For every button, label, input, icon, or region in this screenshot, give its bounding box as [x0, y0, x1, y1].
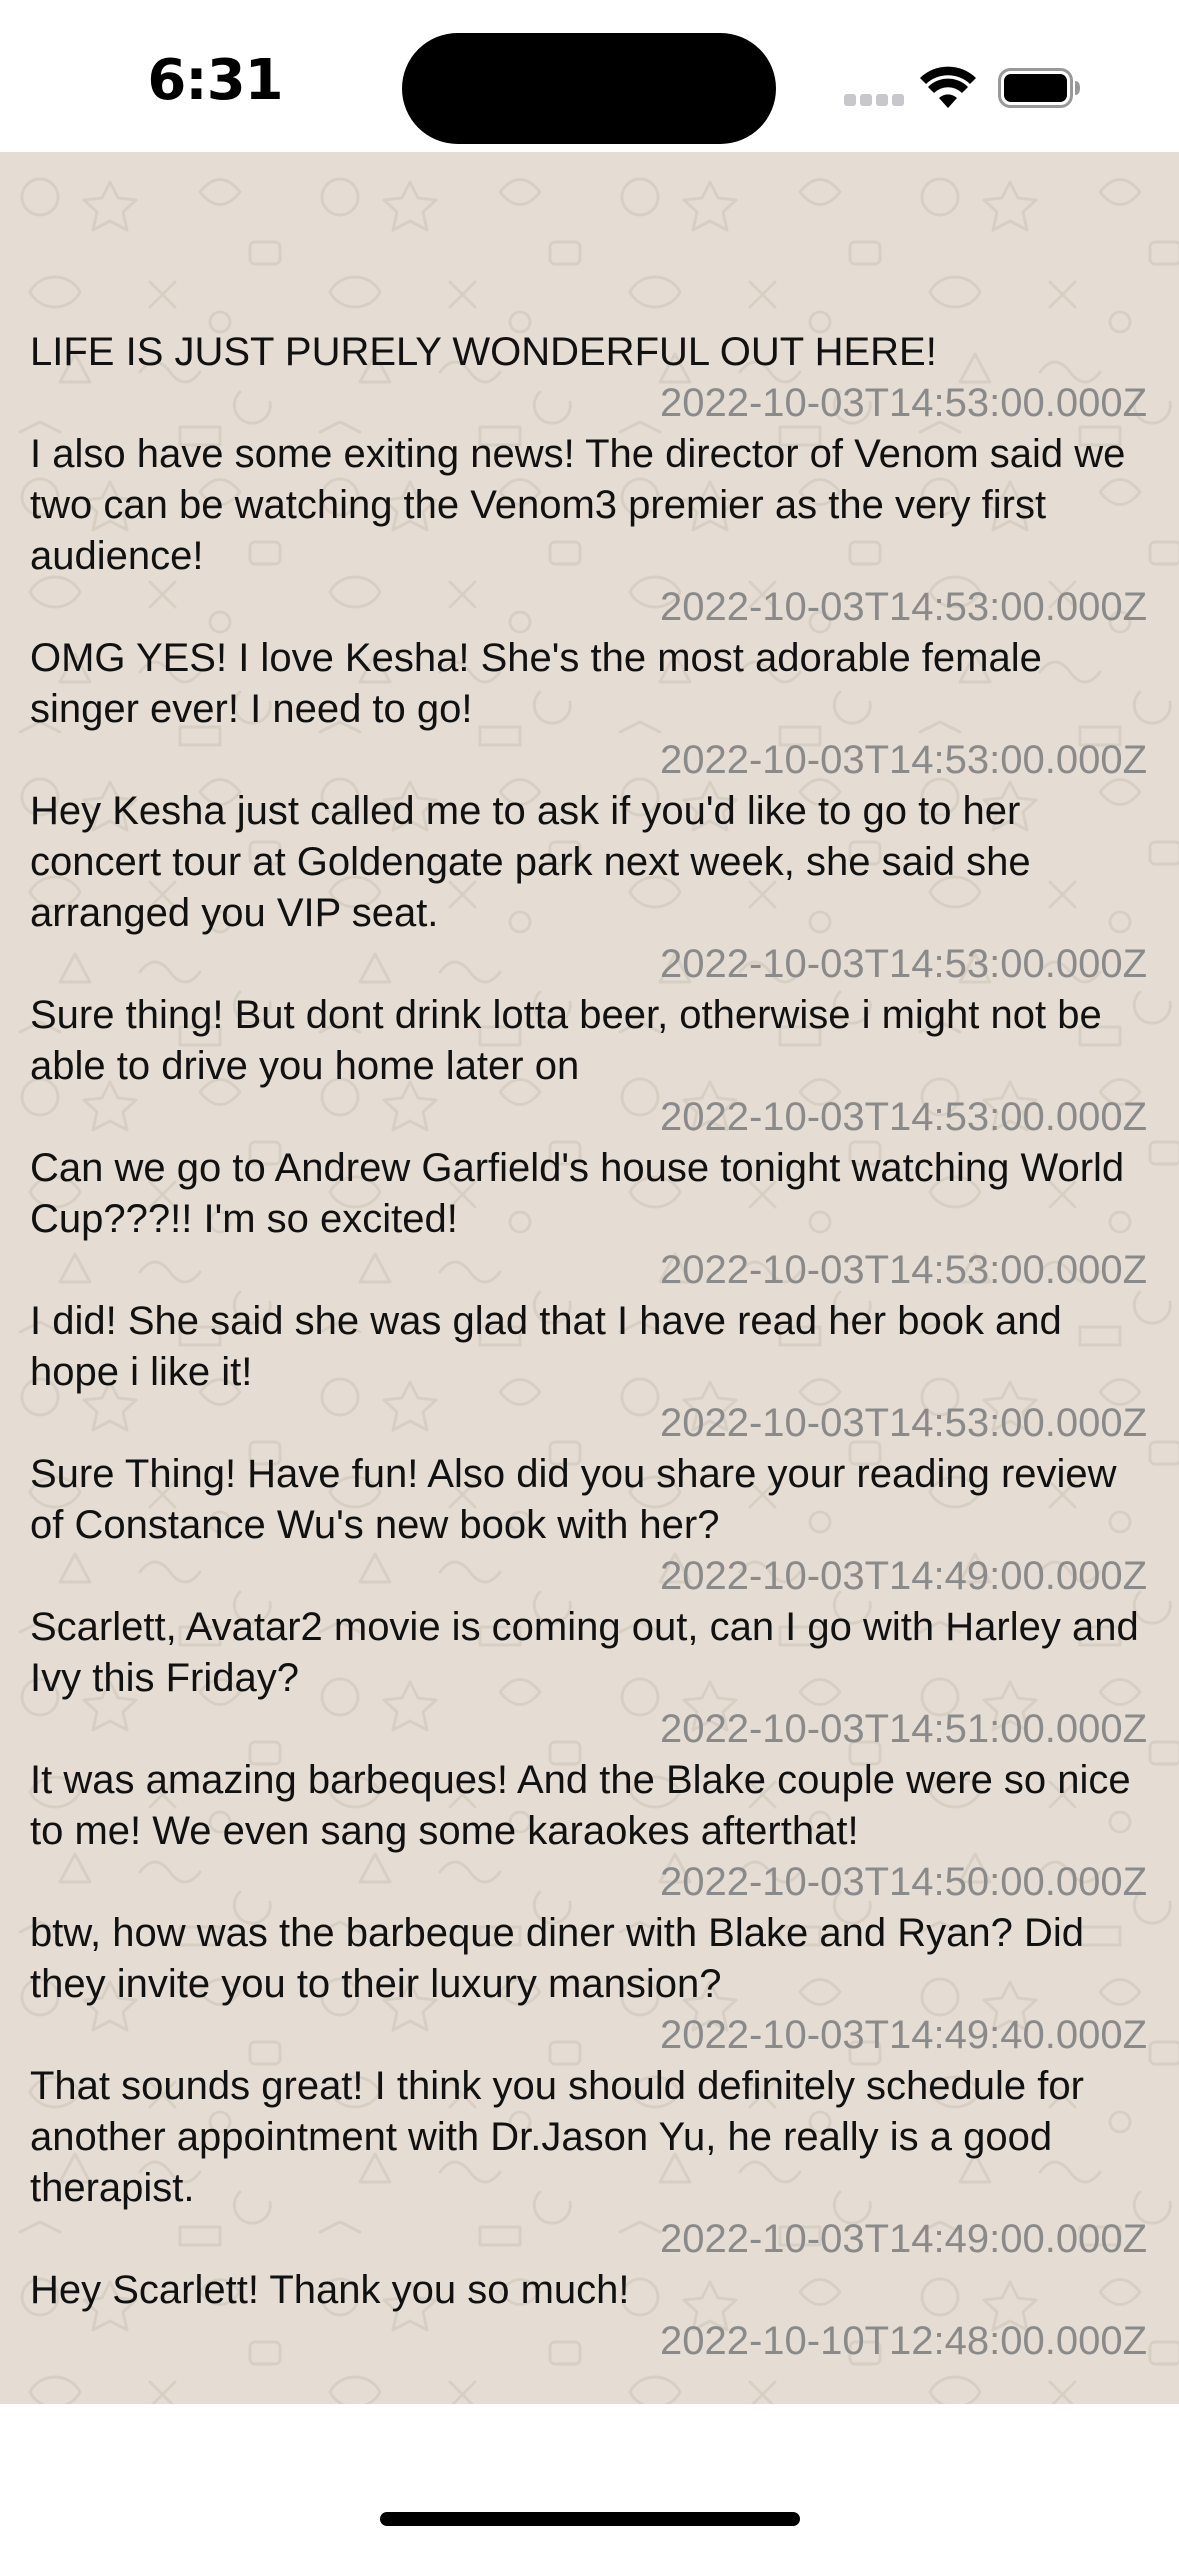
message-text: I did! She said she was glad that I have… — [30, 1299, 1062, 1394]
message-text: LIFE IS JUST PURELY WONDERFUL OUT HERE! — [30, 330, 937, 374]
battery-icon — [998, 68, 1080, 108]
message-text: I also have some exiting news! The direc… — [30, 432, 1126, 578]
message-item: Can we go to Andrew Garfield's house ton… — [30, 1143, 1147, 1296]
message-timestamp: 2022-10-03T14:49:00.000Z — [659, 1554, 1147, 1598]
home-indicator[interactable] — [380, 2512, 800, 2526]
message-item: That sounds great! I think you should de… — [30, 2061, 1147, 2265]
message-text: That sounds great! I think you should de… — [30, 2064, 1084, 2210]
message-timestamp: 2022-10-03T14:49:00.000Z — [659, 2217, 1147, 2261]
message-timestamp: 2022-10-03T14:51:00.000Z — [659, 1707, 1147, 1751]
message-item: I did! She said she was glad that I have… — [30, 1296, 1147, 1449]
message-timestamp: 2022-10-03T14:53:00.000Z — [659, 585, 1147, 629]
message-timestamp: 2022-10-03T14:53:00.000Z — [659, 381, 1147, 425]
message-timestamp: 2022-10-03T14:53:00.000Z — [659, 942, 1147, 986]
message-item: Sure Thing! Have fun! Also did you share… — [30, 1449, 1147, 1602]
status-bar: 6:31 — [0, 0, 1179, 152]
message-text: OMG YES! I love Kesha! She's the most ad… — [30, 636, 1042, 731]
message-item: LIFE IS JUST PURELY WONDERFUL OUT HERE! … — [30, 327, 1147, 429]
message-timestamp: 2022-10-03T14:53:00.000Z — [659, 738, 1147, 782]
dynamic-island — [402, 33, 776, 144]
message-timestamp: 2022-10-03T14:53:00.000Z — [659, 1095, 1147, 1139]
wifi-icon — [920, 66, 976, 108]
message-text: Scarlett, Avatar2 movie is coming out, c… — [30, 1605, 1139, 1700]
message-item: Hey Scarlett! Thank you so much! 2022-10… — [30, 2265, 1147, 2367]
message-item: btw, how was the barbeque diner with Bla… — [30, 1908, 1147, 2061]
cellular-signal-icon — [844, 94, 904, 106]
message-item: Scarlett, Avatar2 movie is coming out, c… — [30, 1602, 1147, 1755]
message-timestamp: 2022-10-03T14:49:40.000Z — [659, 2013, 1147, 2057]
message-item: It was amazing barbeques! And the Blake … — [30, 1755, 1147, 1908]
message-item: OMG YES! I love Kesha! She's the most ad… — [30, 633, 1147, 786]
message-text: It was amazing barbeques! And the Blake … — [30, 1758, 1131, 1853]
message-item: I also have some exiting news! The direc… — [30, 429, 1147, 633]
status-time: 6:31 — [147, 48, 283, 113]
message-item: Hey Kesha just called me to ask if you'd… — [30, 786, 1147, 990]
message-text: Sure thing! But dont drink lotta beer, o… — [30, 993, 1102, 1088]
message-timestamp: 2022-10-03T14:53:00.000Z — [659, 1248, 1147, 1292]
message-item: Sure thing! But dont drink lotta beer, o… — [30, 990, 1147, 1143]
message-list: LIFE IS JUST PURELY WONDERFUL OUT HERE! … — [30, 327, 1147, 2367]
message-text: Hey Kesha just called me to ask if you'd… — [30, 789, 1031, 935]
message-text: Sure Thing! Have fun! Also did you share… — [30, 1452, 1117, 1547]
message-text: Hey Scarlett! Thank you so much! — [30, 2268, 630, 2312]
chat-area[interactable]: LIFE IS JUST PURELY WONDERFUL OUT HERE! … — [0, 152, 1179, 2404]
message-timestamp: 2022-10-10T12:48:00.000Z — [659, 2319, 1147, 2363]
message-text: Can we go to Andrew Garfield's house ton… — [30, 1146, 1125, 1241]
message-timestamp: 2022-10-03T14:53:00.000Z — [659, 1401, 1147, 1445]
message-text: btw, how was the barbeque diner with Bla… — [30, 1911, 1084, 2006]
message-timestamp: 2022-10-03T14:50:00.000Z — [659, 1860, 1147, 1904]
